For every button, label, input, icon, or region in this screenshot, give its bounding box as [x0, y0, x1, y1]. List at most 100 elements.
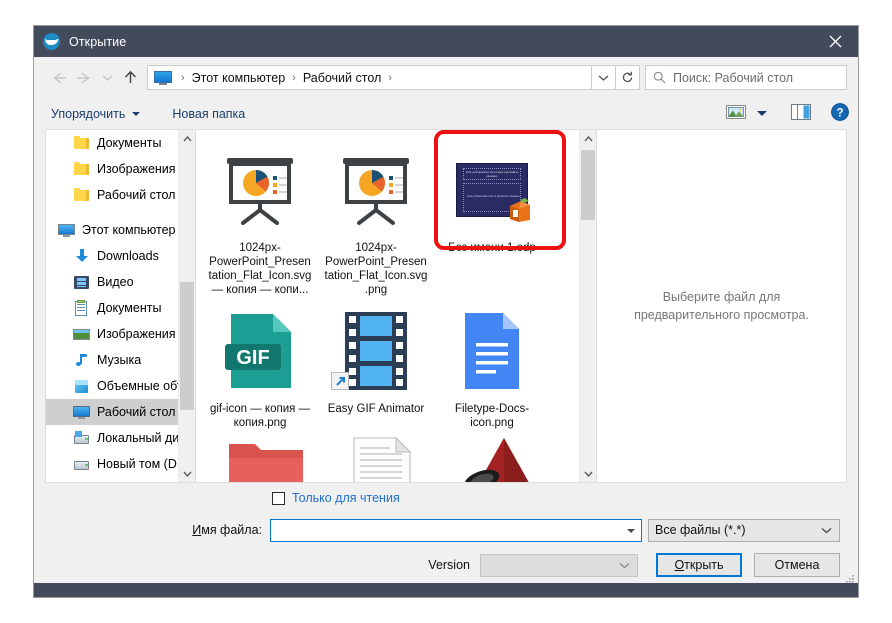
search-input[interactable]: Поиск: Рабочий стол — [645, 65, 847, 90]
sidebar-item-label: Изображения — [97, 327, 176, 341]
sidebar-item-label: Документы — [97, 136, 162, 150]
forward-icon[interactable] — [71, 65, 97, 91]
sidebar-item-pictures[interactable]: Изображения — [46, 321, 178, 347]
up-one-level-icon[interactable] — [117, 65, 143, 91]
documents-icon — [73, 299, 90, 317]
pictures-icon — [73, 326, 90, 343]
file-name: Filetype-Docs-icon.png — [454, 403, 530, 429]
organize-button[interactable]: Упорядочить — [46, 102, 145, 125]
resize-grip[interactable] — [843, 573, 855, 585]
sidebar-item-new-volume-d[interactable]: Новый том (D:) — [46, 451, 178, 477]
breadcrumb[interactable]: › Этот компьютер › Рабочий стол › — [147, 65, 592, 90]
impress-badge-icon — [507, 198, 533, 224]
chevron-down-icon — [821, 523, 832, 537]
slide-title-placeholder: Для добавления заголовка щелкните мышью — [463, 168, 521, 180]
search-placeholder-text: Поиск: Рабочий стол — [673, 70, 794, 85]
scroll-up-icon[interactable] — [179, 130, 195, 147]
sidebar-item-cd-drive-f[interactable]: CD-дисковод (F — [46, 477, 178, 482]
tree-group-gap — [46, 208, 178, 217]
3d-objects-icon — [73, 378, 90, 395]
file-thumbnail — [212, 142, 308, 238]
sidebar-item-desktop-quick[interactable]: Рабочий стол — [46, 182, 178, 208]
desktop-icon — [73, 404, 90, 421]
refresh-icon[interactable] — [616, 65, 640, 90]
file-name: 1024px-PowerPoint_Presentation_Flat_Icon… — [324, 242, 428, 296]
folder-icon — [73, 187, 90, 204]
file-item[interactable]: Filetype-Docs-icon.png — [434, 299, 550, 430]
sidebar-item-desktop[interactable]: Рабочий стол — [46, 399, 178, 425]
scroll-down-icon[interactable] — [580, 465, 596, 482]
sidebar-item-pictures-quick[interactable]: Изображения — [46, 156, 178, 182]
text-document-icon — [350, 436, 414, 482]
version-label: Version — [428, 558, 470, 572]
libreoffice-impress-icon — [43, 33, 60, 50]
sidebar-item-videos[interactable]: Видео — [46, 269, 178, 295]
command-toolbar: Упорядочить Новая папка ? — [34, 98, 858, 129]
file-item[interactable]: GIF gif-icon — копия — копия.png — [202, 299, 318, 430]
file-item[interactable] — [440, 432, 556, 482]
sidebar-item-documents[interactable]: Документы — [46, 295, 178, 321]
help-button[interactable]: ? — [831, 103, 849, 124]
music-icon — [73, 352, 90, 369]
cancel-button[interactable]: Отмена — [754, 553, 840, 577]
scroll-down-icon[interactable] — [179, 465, 195, 482]
file-item[interactable]: Easy GIF Animator — [318, 299, 434, 430]
sidebar-item-label: Объемные объ — [97, 379, 178, 393]
chevron-down-icon[interactable] — [627, 528, 635, 533]
sidebar-item-downloads[interactable]: Downloads — [46, 243, 178, 269]
open-button[interactable]: Открыть — [656, 553, 742, 577]
recent-locations-chevron-down-icon[interactable] — [97, 65, 117, 91]
open-file-dialog: Открытие › Этот компьютер › Рабочий стол… — [33, 25, 859, 598]
filename-input[interactable] — [271, 519, 641, 541]
downloads-icon — [73, 248, 90, 265]
drive-icon — [73, 456, 90, 473]
file-item[interactable] — [208, 432, 324, 482]
sidebar-item-documents-quick[interactable]: Документы — [46, 130, 178, 156]
breadcrumb-separator: › — [292, 71, 296, 84]
previous-locations-chevron-down-icon[interactable] — [592, 65, 616, 90]
view-layout-icon — [726, 104, 746, 123]
navigation-pane-scrollbar[interactable] — [178, 130, 195, 482]
file-pane-scrollbar[interactable] — [579, 130, 596, 482]
file-thumbnail — [444, 303, 540, 399]
filetype-dropdown[interactable]: Все файлы (*.*) — [648, 518, 840, 542]
sidebar-item-label: Новый том (D:) — [97, 457, 178, 471]
cancel-label: Отмена — [774, 558, 820, 572]
file-row-partial — [202, 432, 579, 482]
close-icon[interactable] — [812, 26, 858, 57]
toolbar-right-group: ? — [724, 98, 849, 129]
scroll-up-icon[interactable] — [580, 130, 596, 147]
readonly-label[interactable]: Только для чтения — [292, 491, 400, 505]
file-item-selected[interactable]: Для добавления заголовка щелкните мышью … — [434, 130, 566, 297]
open-accel: О — [674, 558, 685, 572]
file-item[interactable] — [324, 432, 440, 482]
sidebar-item-3d-objects[interactable]: Объемные объ — [46, 373, 178, 399]
sidebar-item-label: Изображения — [97, 162, 176, 176]
back-icon[interactable] — [45, 65, 71, 91]
new-folder-label: Новая папка — [172, 106, 246, 121]
preview-pane-button[interactable] — [791, 104, 811, 123]
sidebar-item-local-disk[interactable]: Локальный дис — [46, 425, 178, 451]
sidebar-item-this-pc[interactable]: Этот компьютер — [46, 217, 178, 243]
sidebar-item-music[interactable]: Музыка — [46, 347, 178, 373]
scroll-thumb[interactable] — [581, 150, 595, 220]
file-item[interactable]: 1024px-PowerPoint_Presentation_Flat_Icon… — [202, 138, 318, 297]
folder-icon — [73, 161, 90, 178]
dialog-body: Документы Изображения Рабочий стол Этот … — [34, 129, 858, 483]
chevron-down-icon — [757, 111, 767, 116]
breadcrumb-item-this-pc[interactable]: Этот компьютер — [192, 71, 285, 85]
change-view-button[interactable] — [724, 104, 769, 123]
new-folder-button[interactable]: Новая папка — [167, 102, 250, 125]
readonly-checkbox[interactable] — [272, 491, 285, 505]
filename-row: Имя файла: Все файлы (*.*) — [34, 513, 858, 547]
shortcut-arrow-icon — [331, 372, 349, 390]
file-thumbnail — [328, 303, 424, 399]
file-item[interactable]: 1024px-PowerPoint_Presentation_Flat_Icon… — [318, 138, 434, 297]
breadcrumb-item-desktop[interactable]: Рабочий стол — [303, 71, 381, 85]
folder-tree: Документы Изображения Рабочий стол Этот … — [46, 130, 178, 482]
filename-label-rest: мя файла: — [201, 523, 262, 537]
filename-field[interactable] — [270, 518, 642, 542]
film-strip-shortcut-icon — [331, 310, 409, 392]
file-name: 1024px-PowerPoint_Presentation_Flat_Icon… — [208, 242, 312, 296]
scroll-thumb[interactable] — [180, 282, 194, 410]
